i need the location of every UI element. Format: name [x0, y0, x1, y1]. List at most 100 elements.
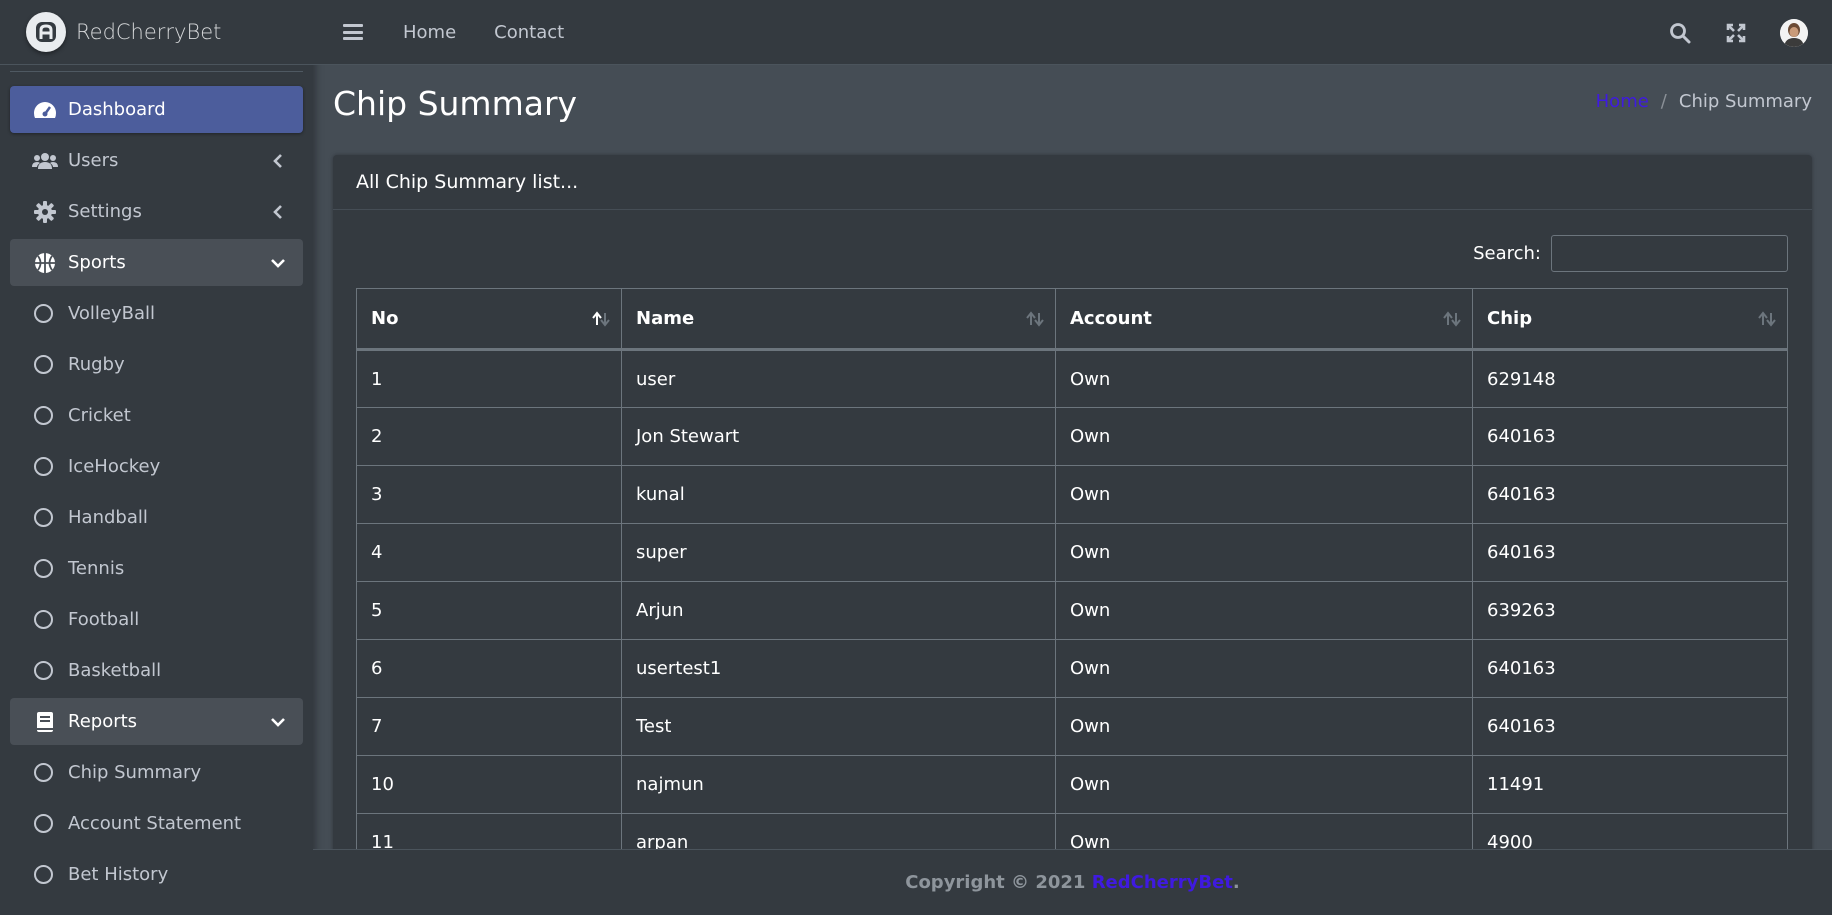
chip-summary-card: All Chip Summary list... Search: No Name…	[333, 155, 1812, 855]
column-header-chip[interactable]: Chip	[1472, 288, 1788, 351]
sidebar-item-label: Rugby	[68, 354, 125, 375]
basketball-icon	[32, 252, 58, 274]
circle-icon	[34, 610, 53, 629]
gear-icon	[32, 200, 58, 223]
cell-chip: 629148	[1472, 349, 1788, 408]
sidebar-item-label: Settings	[68, 201, 142, 222]
brand-link[interactable]: RedCherryBet	[0, 0, 313, 65]
column-header-account[interactable]: Account	[1055, 288, 1473, 351]
sidebar-item-label: Users	[68, 150, 119, 171]
footer-brand-link[interactable]: RedCherryBet	[1092, 872, 1233, 893]
cell-chip: 640163	[1472, 407, 1788, 466]
table-header-row: No Name Account Chip	[356, 288, 1788, 351]
cell-no: 10	[356, 755, 622, 814]
sidebar-item-sports[interactable]: Sports	[10, 239, 303, 286]
chevron-down-icon	[267, 252, 289, 274]
sidebar-item-reports[interactable]: Reports	[10, 698, 303, 745]
search-input[interactable]	[1551, 235, 1788, 272]
circle-icon	[34, 304, 53, 323]
book-icon	[32, 711, 58, 733]
column-header-no[interactable]: No	[356, 288, 622, 351]
cell-name: Test	[621, 697, 1056, 756]
circle-icon	[34, 355, 53, 374]
sidebar-item-account-statement[interactable]: Account Statement	[10, 800, 303, 847]
sidebar-item-label: Bet History	[68, 864, 169, 885]
column-header-label: Chip	[1487, 308, 1533, 329]
cell-chip: 11491	[1472, 755, 1788, 814]
circle-icon	[34, 406, 53, 425]
sidebar-item-label: Football	[68, 609, 140, 630]
sidebar-item-handball[interactable]: Handball	[10, 494, 303, 541]
cell-name: super	[621, 523, 1056, 582]
sidebar-item-cricket[interactable]: Cricket	[10, 392, 303, 439]
sidebar-item-label: VolleyBall	[68, 303, 156, 324]
sidebar-item-label: Dashboard	[68, 99, 166, 120]
users-icon	[32, 150, 58, 172]
table-row: 4 super Own 640163	[356, 523, 1788, 582]
table-row: 2 Jon Stewart Own 640163	[356, 407, 1788, 466]
table-row: 10 najmun Own 11491	[356, 755, 1788, 814]
cell-chip: 640163	[1472, 639, 1788, 698]
sidebar-item-label: IceHockey	[68, 456, 161, 477]
fullscreen-icon[interactable]	[1724, 21, 1748, 45]
sidebar-item-bet-history[interactable]: Bet History	[10, 851, 303, 898]
cell-account: Own	[1055, 697, 1473, 756]
brand-logo-icon	[26, 12, 66, 52]
cell-account: Own	[1055, 407, 1473, 466]
card-title: All Chip Summary list...	[333, 155, 1812, 210]
circle-icon	[34, 661, 53, 680]
sidebar-item-label: Basketball	[68, 660, 162, 681]
cell-name: kunal	[621, 465, 1056, 524]
search-icon[interactable]	[1668, 21, 1692, 45]
sidebar-item-tennis[interactable]: Tennis	[10, 545, 303, 592]
cell-name: usertest1	[621, 639, 1056, 698]
chip-summary-table: No Name Account Chip 1 user Own 629148 2…	[356, 288, 1788, 855]
breadcrumb-home-link[interactable]: Home	[1596, 91, 1649, 112]
copyright-text: Copyright © 2021	[905, 872, 1092, 893]
nav-link-home[interactable]: Home	[403, 22, 456, 43]
cell-chip: 639263	[1472, 581, 1788, 640]
table-row: 6 usertest1 Own 640163	[356, 639, 1788, 698]
cell-account: Own	[1055, 581, 1473, 640]
sidebar-item-settings[interactable]: Settings	[10, 188, 303, 235]
breadcrumb: Home / Chip Summary	[1596, 91, 1812, 112]
cell-no: 7	[356, 697, 622, 756]
footer: Copyright © 2021 RedCherryBet .	[313, 849, 1832, 915]
column-header-label: No	[371, 308, 399, 329]
cell-no: 3	[356, 465, 622, 524]
sidebar-item-basketball[interactable]: Basketball	[10, 647, 303, 694]
cell-name: user	[621, 349, 1056, 408]
table-row: 7 Test Own 640163	[356, 697, 1788, 756]
sidebar-item-label: Reports	[68, 711, 138, 732]
sidebar-item-dashboard[interactable]: Dashboard	[10, 86, 303, 133]
sidebar-item-users[interactable]: Users	[10, 137, 303, 184]
sidebar-item-label: Account Statement	[68, 813, 242, 834]
cell-no: 5	[356, 581, 622, 640]
cell-chip: 640163	[1472, 465, 1788, 524]
cell-no: 6	[356, 639, 622, 698]
sidebar-item-chip-summary[interactable]: Chip Summary	[10, 749, 303, 796]
copyright-suffix: .	[1232, 872, 1240, 893]
sidebar-item-icehockey[interactable]: IceHockey	[10, 443, 303, 490]
cell-no: 4	[356, 523, 622, 582]
avatar[interactable]	[1780, 18, 1808, 47]
cell-no: 1	[356, 349, 622, 408]
sidebar-item-football[interactable]: Football	[10, 596, 303, 643]
cell-name: Arjun	[621, 581, 1056, 640]
sidebar-item-volleyball[interactable]: VolleyBall	[10, 290, 303, 337]
cell-name: najmun	[621, 755, 1056, 814]
sidebar-item-rugby[interactable]: Rugby	[10, 341, 303, 388]
dashboard-icon	[32, 99, 58, 121]
sort-icon	[1758, 311, 1776, 327]
sidebar-item-label: Cricket	[68, 405, 131, 426]
chevron-left-icon	[267, 201, 289, 223]
navbar-right	[1636, 0, 1808, 65]
page-title: Chip Summary	[333, 84, 578, 123]
chevron-down-icon	[267, 711, 289, 733]
cell-chip: 640163	[1472, 523, 1788, 582]
nav-link-contact[interactable]: Contact	[494, 22, 564, 43]
hamburger-menu-icon[interactable]	[341, 21, 365, 43]
table-row: 3 kunal Own 640163	[356, 465, 1788, 524]
circle-icon	[34, 457, 53, 476]
column-header-name[interactable]: Name	[621, 288, 1056, 351]
